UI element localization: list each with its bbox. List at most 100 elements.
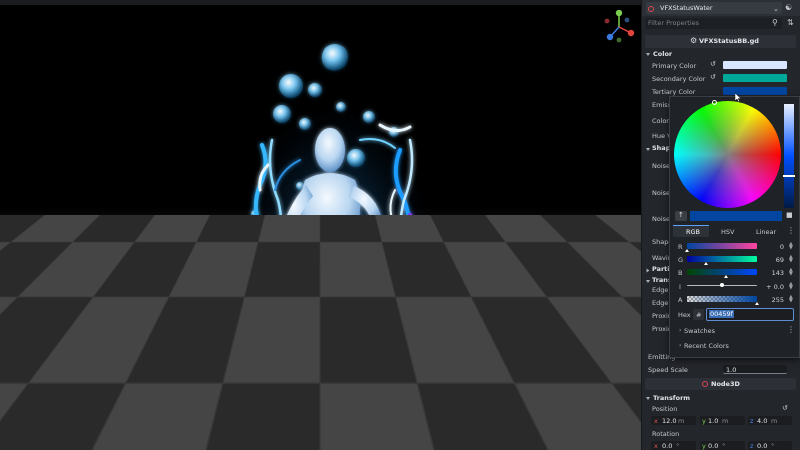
tab-linear[interactable]: Linear xyxy=(756,228,776,236)
sort-icon[interactable]: ⇅ xyxy=(787,18,794,27)
transform-title[interactable]: Transform xyxy=(653,394,690,402)
color-section-title[interactable]: Color xyxy=(653,50,672,58)
history-icon[interactable]: ☯ xyxy=(785,3,792,12)
rotation-label: Rotation xyxy=(652,430,680,438)
stepper-icon[interactable]: ▲ ▼ xyxy=(789,282,793,291)
channel-r-label: R xyxy=(678,243,683,251)
hex-value[interactable]: 00459f xyxy=(709,310,734,318)
script-name: VFXStatusBB.gd xyxy=(699,37,759,45)
recent-colors-label[interactable]: Recent Colors xyxy=(684,342,729,350)
picker-menu-icon[interactable]: ⋮ xyxy=(787,226,795,235)
channel-r-handle[interactable] xyxy=(685,249,689,252)
color-wheel[interactable] xyxy=(674,101,781,208)
unit-label: ° xyxy=(676,442,680,450)
primary-color-label: Primary Color xyxy=(652,62,697,70)
rotation-y-value[interactable]: 0.0 xyxy=(708,442,718,450)
hex-label: Hex xyxy=(678,311,691,319)
axis-label: y xyxy=(702,417,706,425)
chevron-down-icon[interactable]: ⌄ xyxy=(773,5,779,13)
position-label: Position xyxy=(652,405,678,413)
channel-a-value[interactable]: 255 xyxy=(762,296,784,304)
rotation-x-value[interactable]: 0.0 xyxy=(662,442,672,450)
unit-label: ° xyxy=(722,442,726,450)
shape-section-caret[interactable] xyxy=(646,148,650,151)
stepper-icon[interactable]: ▲ ▼ xyxy=(789,255,793,264)
channel-g-value[interactable]: 69 xyxy=(762,256,784,264)
axis-label: x xyxy=(654,442,658,450)
value-bar[interactable] xyxy=(784,104,794,208)
position-z-field[interactable] xyxy=(748,416,792,425)
channel-b-slider[interactable] xyxy=(687,269,757,275)
property-label: Noise xyxy=(652,189,671,197)
stepper-icon[interactable]: ▲ ▼ xyxy=(789,268,793,277)
chevron-right-icon: › xyxy=(679,327,682,334)
wheel-cursor[interactable] xyxy=(712,100,717,105)
stepper-icon[interactable]: ▲ ▼ xyxy=(789,295,793,304)
tab-rgb[interactable]: RGB xyxy=(686,228,700,236)
reset-icon[interactable]: ↺ xyxy=(710,73,716,81)
3d-viewport[interactable] xyxy=(0,0,641,450)
swatches-menu-icon[interactable]: ⋮ xyxy=(787,325,795,334)
channel-g-slider[interactable] xyxy=(687,256,757,262)
rotation-z-field[interactable] xyxy=(748,441,792,450)
reset-icon[interactable]: ↺ xyxy=(782,404,788,412)
axis-gizmo[interactable] xyxy=(602,10,636,44)
node-name: VFXStatusWater xyxy=(660,4,713,12)
axis-label: x xyxy=(654,417,658,425)
channel-i-value[interactable]: + 0.0 xyxy=(762,283,784,291)
filter-properties-input[interactable]: Filter Properties xyxy=(648,19,699,27)
search-icon: ⚲ xyxy=(772,18,778,27)
hash-symbol: # xyxy=(696,311,702,319)
property-label: Edge xyxy=(652,286,669,294)
color-section-caret[interactable] xyxy=(646,53,650,56)
section-caret[interactable] xyxy=(646,280,650,283)
unit-label: m xyxy=(722,417,729,425)
channel-a-handle[interactable] xyxy=(755,302,759,305)
transform-caret[interactable] xyxy=(646,397,650,400)
reset-icon[interactable]: ↺ xyxy=(710,60,716,68)
stepper-icon[interactable]: ▲ ▼ xyxy=(789,242,793,251)
property-label: Edge xyxy=(652,299,669,307)
axis-label: z xyxy=(750,417,754,425)
axis-label: y xyxy=(702,442,706,450)
node-status-icon xyxy=(648,6,654,12)
node3d-icon xyxy=(702,381,708,387)
position-z-value[interactable]: 4.0 xyxy=(757,417,767,425)
eyedropper-icon: ↑ xyxy=(678,211,684,219)
secondary-color-label: Secondary Color xyxy=(652,75,706,83)
property-label: Noise xyxy=(652,162,671,170)
tab-hsv[interactable]: HSV xyxy=(721,228,734,236)
property-label: Noise xyxy=(652,215,671,223)
section-caret[interactable] xyxy=(646,268,650,273)
unit-label: m xyxy=(771,417,778,425)
mouse-cursor-icon xyxy=(735,93,742,102)
screen-picker-icon[interactable]: ■ xyxy=(786,211,793,219)
swatches-label[interactable]: Swatches xyxy=(684,327,715,335)
unit-label: m xyxy=(678,417,685,425)
channel-a-label: A xyxy=(678,296,683,304)
channel-i-handle[interactable] xyxy=(720,283,724,287)
channel-a-slider[interactable] xyxy=(687,296,757,302)
tertiary-color-label: Tertiary Color xyxy=(652,88,696,96)
tertiary-color-swatch[interactable] xyxy=(723,87,787,95)
property-label: Color xyxy=(652,117,669,125)
secondary-color-swatch[interactable] xyxy=(723,74,787,82)
position-x-value[interactable]: 12.0 xyxy=(662,417,676,425)
gear-icon: ⚙ xyxy=(690,36,698,45)
channel-r-slider[interactable] xyxy=(687,243,757,249)
channel-g-label: G xyxy=(678,256,684,264)
value-bar-cursor[interactable] xyxy=(783,175,795,177)
channel-b-value[interactable]: 143 xyxy=(762,269,784,277)
speed-scale-value[interactable]: 1.0 xyxy=(726,366,736,374)
channel-r-value[interactable]: 0 xyxy=(762,243,784,251)
channel-g-handle[interactable] xyxy=(703,262,708,265)
channel-b-handle[interactable] xyxy=(724,275,729,278)
water-character-vfx xyxy=(240,44,430,365)
speed-scale-label: Speed Scale xyxy=(648,366,688,374)
unit-label: ° xyxy=(771,442,775,450)
position-y-value[interactable]: 1.0 xyxy=(708,417,718,425)
primary-color-swatch[interactable] xyxy=(723,61,787,69)
color-preview xyxy=(690,211,782,221)
axis-label: z xyxy=(750,442,754,450)
rotation-z-value[interactable]: 0.0 xyxy=(757,442,767,450)
